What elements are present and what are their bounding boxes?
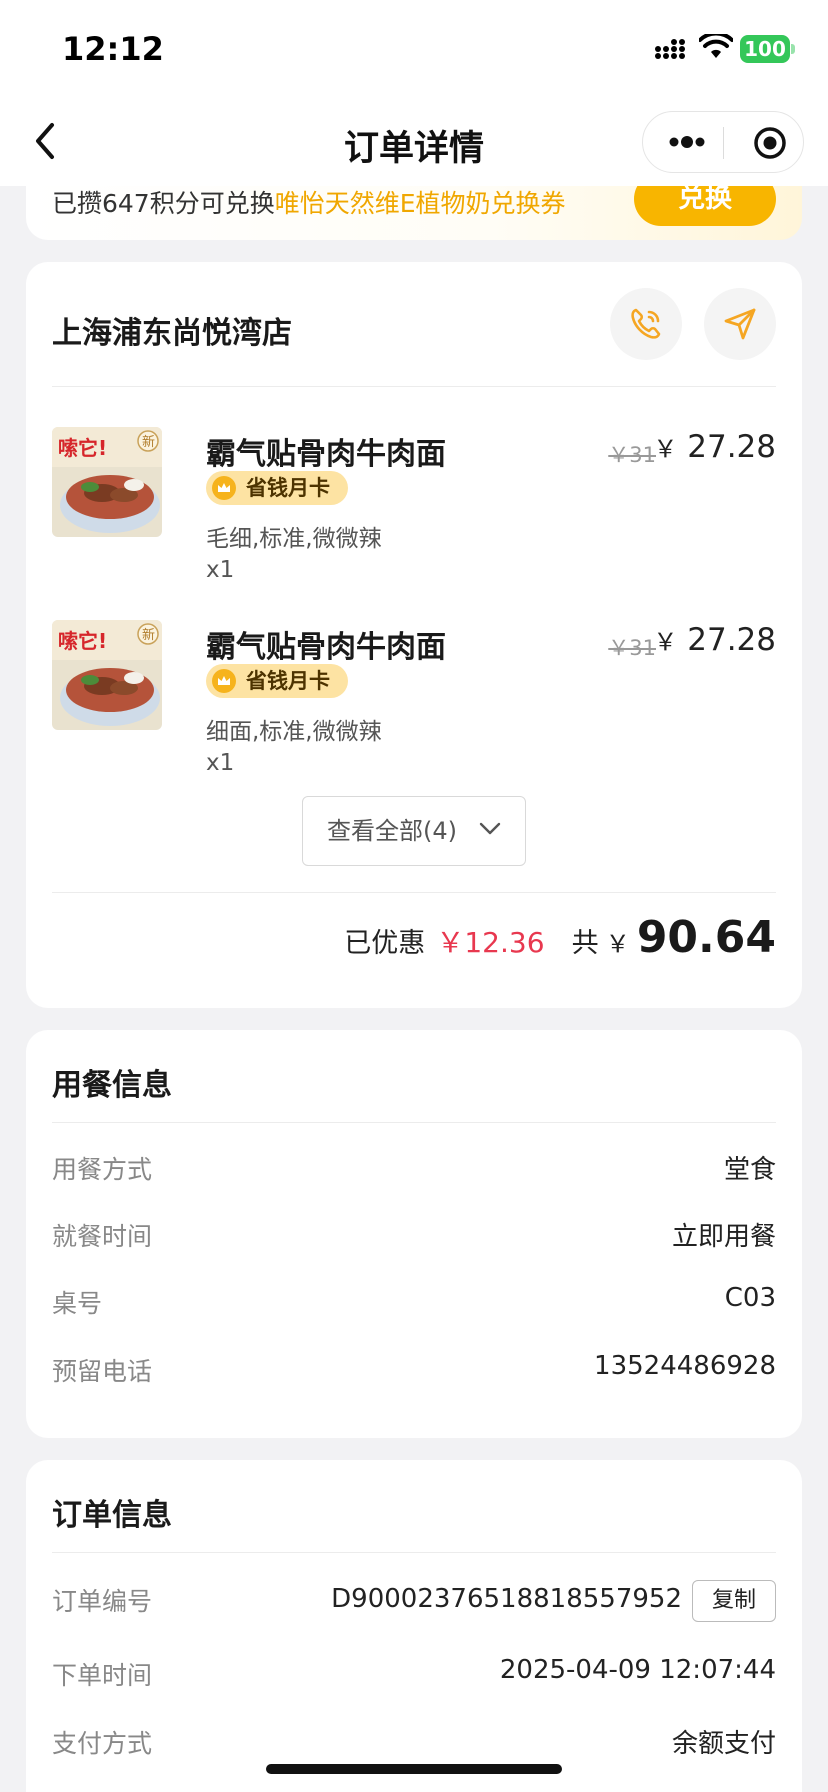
discount-label: 已优惠 bbox=[344, 928, 426, 959]
order-info-title: 订单信息 bbox=[52, 1498, 172, 1533]
status-time: 12:12 bbox=[62, 30, 164, 68]
crown-icon bbox=[212, 476, 236, 500]
dine-method-value: 堂食 bbox=[723, 1155, 776, 1185]
image-tag: 新 bbox=[142, 434, 155, 450]
phone-icon bbox=[631, 308, 661, 339]
payment-method-label: 支付方式 bbox=[52, 1729, 153, 1758]
navigation-arrow-icon bbox=[724, 308, 756, 340]
store-name: 上海浦东尚悦湾店 bbox=[52, 316, 292, 351]
divider bbox=[52, 892, 776, 893]
reserved-phone-value: 13524486928 bbox=[594, 1351, 776, 1381]
battery-level: 100 bbox=[740, 35, 790, 63]
image-tag: 新 bbox=[142, 627, 155, 643]
item-quantity: x1 bbox=[206, 750, 235, 776]
item-badge: 省钱月卡 bbox=[206, 471, 348, 505]
divider bbox=[52, 1552, 776, 1553]
item-name: 霸气贴骨肉牛肉面 bbox=[206, 630, 446, 665]
order-time-label: 下单时间 bbox=[52, 1661, 153, 1690]
item-spec: 毛细,标准,微微辣 bbox=[206, 526, 382, 552]
wifi-icon bbox=[699, 34, 733, 58]
item-price-value: 27.28 bbox=[687, 429, 776, 465]
points-reward-link[interactable]: 唯怡天然维E植物奶兑换券 bbox=[275, 189, 566, 218]
discount-value: ￥12.36 bbox=[436, 926, 545, 959]
item-price-currency: ￥ bbox=[653, 628, 678, 656]
dine-time-label: 就餐时间 bbox=[52, 1222, 153, 1251]
view-all-label: 查看全部(4) bbox=[327, 817, 457, 845]
dine-method-label: 用餐方式 bbox=[52, 1155, 153, 1184]
order-items-card: 上海浦东尚悦湾店 嗦它! 新 霸气贴骨肉牛肉面 省钱月卡 毛细,标准,微微辣 x… bbox=[26, 262, 802, 1008]
points-text: 已攒647积分可兑换唯怡天然维E植物奶兑换券 bbox=[52, 184, 566, 220]
call-store-button[interactable] bbox=[610, 288, 682, 360]
item-price-value: 27.28 bbox=[687, 622, 776, 658]
item-original-price: ￥31 bbox=[608, 443, 656, 467]
battery-icon: 100 bbox=[740, 35, 796, 63]
capsule-divider bbox=[723, 127, 724, 159]
nav-bar: 订单详情 bbox=[0, 96, 828, 186]
total-label: 共 bbox=[571, 928, 599, 959]
order-number-value: D90002376518818557952 bbox=[331, 1584, 682, 1614]
more-dots-icon[interactable] bbox=[667, 130, 707, 154]
close-target-icon[interactable] bbox=[753, 126, 787, 160]
item-badge-label: 省钱月卡 bbox=[246, 476, 330, 500]
item-spec: 细面,标准,微微辣 bbox=[206, 719, 382, 745]
total-value: 90.64 bbox=[636, 912, 776, 963]
crown-icon bbox=[212, 669, 236, 693]
item-price-currency: ￥ bbox=[653, 435, 678, 463]
total-currency: ￥ bbox=[605, 930, 630, 958]
item-name: 霸气贴骨肉牛肉面 bbox=[206, 437, 446, 472]
chevron-down-icon bbox=[479, 822, 501, 835]
payment-method-value: 余额支付 bbox=[671, 1729, 776, 1759]
status-bar: 12:12 100 bbox=[0, 0, 828, 96]
item-badge: 省钱月卡 bbox=[206, 664, 348, 698]
reserved-phone-label: 预留电话 bbox=[52, 1357, 153, 1386]
table-number-label: 桌号 bbox=[52, 1289, 103, 1318]
order-summary: 已优惠 ￥12.36 共 ￥ 90.64 bbox=[344, 912, 776, 963]
item-price: ￥ 27.28 bbox=[653, 622, 776, 658]
dine-info-card: 用餐信息 用餐方式 堂食 就餐时间 立即用餐 桌号 C03 预留电话 13524… bbox=[26, 1030, 802, 1438]
item-price: ￥ 27.28 bbox=[653, 429, 776, 465]
miniprogram-capsule bbox=[642, 111, 804, 173]
table-number-value: C03 bbox=[724, 1283, 776, 1313]
dine-time-value: 立即用餐 bbox=[671, 1222, 776, 1252]
item-image: 嗦它! 新 bbox=[52, 620, 162, 730]
image-banner: 嗦它! bbox=[58, 629, 107, 653]
order-item[interactable]: 嗦它! 新 霸气贴骨肉牛肉面 省钱月卡 细面,标准,微微辣 x1 ￥31 ￥ 2… bbox=[52, 620, 776, 790]
navigate-store-button[interactable] bbox=[704, 288, 776, 360]
item-quantity: x1 bbox=[206, 557, 235, 583]
cellular-signal-icon bbox=[655, 39, 685, 59]
order-time-value: 2025-04-09 12:07:44 bbox=[499, 1655, 776, 1685]
order-item[interactable]: 嗦它! 新 霸气贴骨肉牛肉面 省钱月卡 毛细,标准,微微辣 x1 ￥31 ￥ 2… bbox=[52, 427, 776, 597]
order-number-label: 订单编号 bbox=[52, 1587, 153, 1616]
home-indicator bbox=[266, 1764, 562, 1774]
image-banner: 嗦它! bbox=[58, 436, 107, 460]
copy-order-number-button[interactable]: 复制 bbox=[692, 1580, 776, 1622]
divider bbox=[52, 386, 776, 387]
item-image: 嗦它! 新 bbox=[52, 427, 162, 537]
dine-info-title: 用餐信息 bbox=[52, 1068, 172, 1103]
item-original-price: ￥31 bbox=[608, 636, 656, 660]
order-info-card: 订单信息 订单编号 D90002376518818557952 复制 下单时间 … bbox=[26, 1460, 802, 1792]
item-badge-label: 省钱月卡 bbox=[246, 669, 330, 693]
points-summary: 已攒647积分可兑换 bbox=[52, 189, 275, 218]
divider bbox=[52, 1122, 776, 1123]
view-all-items-button[interactable]: 查看全部(4) bbox=[302, 796, 526, 866]
